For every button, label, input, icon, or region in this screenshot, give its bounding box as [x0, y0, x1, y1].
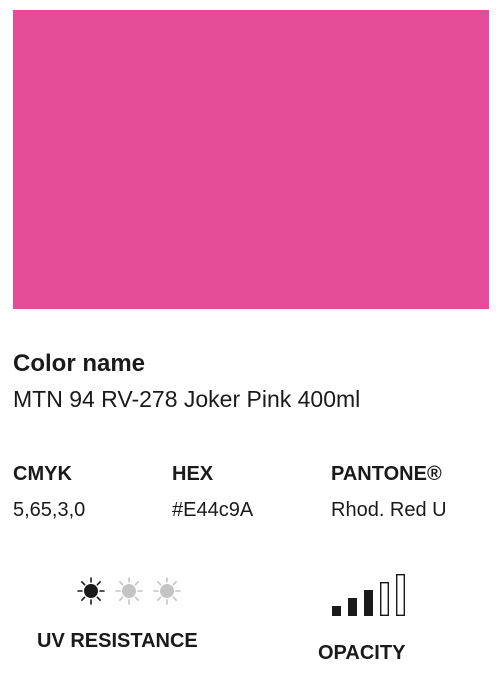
hex-label: HEX: [172, 463, 214, 485]
sun-icon: [77, 577, 105, 605]
opacity-label: OPACITY: [318, 642, 406, 664]
bar-level-icon: [395, 574, 405, 616]
bar-level-icon: [364, 590, 373, 616]
hex-value: #E44c9A: [172, 499, 254, 521]
color-name-value: MTN 94 RV-278 Joker Pink 400ml: [13, 386, 361, 412]
color-swatch: [13, 10, 489, 309]
pantone-label: PANTONE®: [331, 463, 442, 485]
opacity-rating: [332, 574, 405, 616]
cmyk-value: 5,65,3,0: [13, 499, 86, 521]
cmyk-label: CMYK: [13, 463, 72, 485]
color-name-heading: Color name: [13, 350, 146, 377]
bar-level-icon: [380, 581, 390, 616]
cmyk-spec: CMYK 5,65,3,0: [13, 462, 85, 523]
sun-icon: [115, 577, 143, 605]
bar-level-icon: [332, 606, 341, 616]
hex-spec: HEX #E44c9A: [172, 462, 253, 523]
sun-icon: [153, 577, 181, 605]
uv-rating: [77, 577, 181, 605]
pantone-spec: PANTONE® Rhod. Red U: [331, 462, 447, 523]
uv-resistance-label: UV RESISTANCE: [37, 630, 198, 652]
bar-level-icon: [348, 598, 357, 616]
pantone-value: Rhod. Red U: [331, 499, 447, 521]
